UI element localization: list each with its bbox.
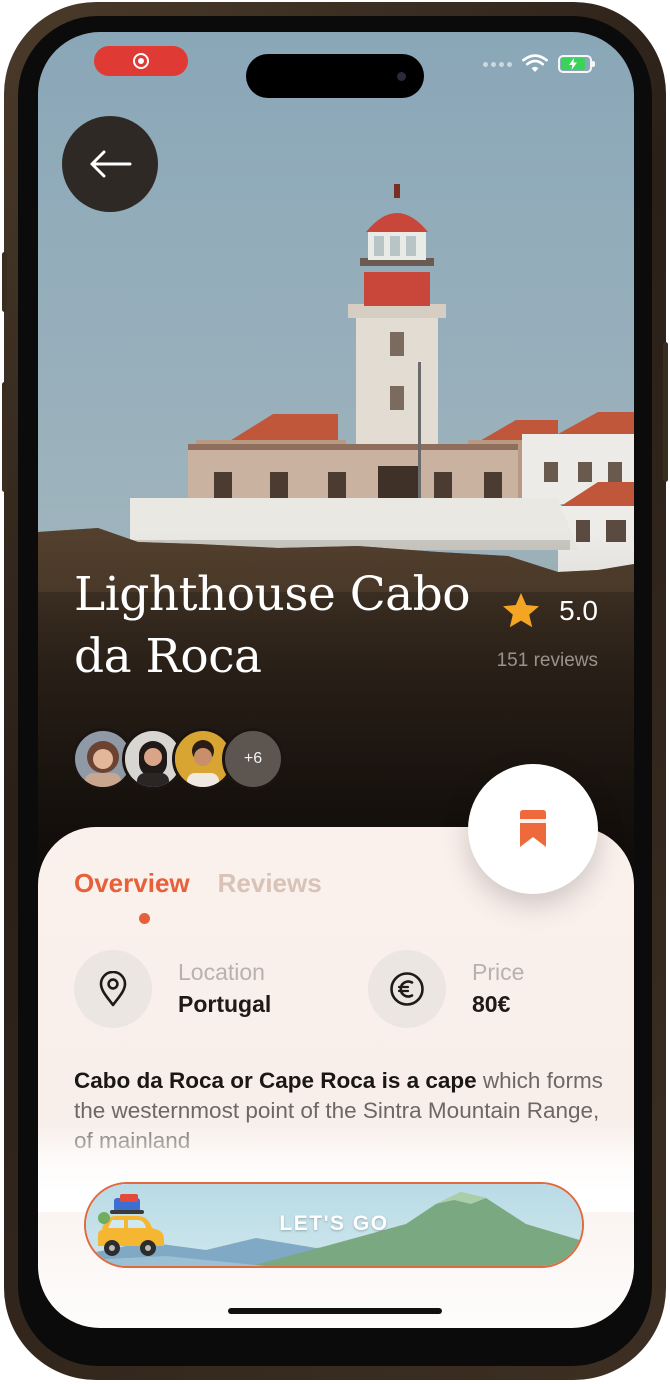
battery-charging-icon [558, 55, 595, 73]
visitor-avatars[interactable]: +6 [72, 728, 284, 790]
star-icon [503, 593, 540, 628]
screen-recording-indicator[interactable] [94, 46, 188, 76]
price-label: Price [472, 959, 525, 985]
record-icon [133, 53, 149, 69]
tab-reviews[interactable]: Reviews [218, 868, 322, 899]
home-indicator[interactable] [228, 1308, 442, 1314]
cellular-signal-icon [483, 61, 512, 67]
camera-lens [397, 72, 406, 81]
back-button[interactable] [62, 116, 158, 212]
lets-go-label: LET'S GO [279, 1212, 389, 1235]
location-info: Location Portugal [74, 950, 271, 1028]
lets-go-button[interactable]: LET'S GO [84, 1182, 584, 1268]
location-value: Portugal [178, 991, 272, 1017]
euro-icon [368, 950, 446, 1028]
location-pin-icon [74, 950, 152, 1028]
rating: 5.0 [501, 592, 598, 630]
place-title: Lighthouse Cabo da Roca [74, 567, 471, 684]
more-visitors-badge: +6 [222, 728, 284, 790]
reviews-count: 151 reviews [496, 650, 598, 671]
bookmark-button[interactable] [468, 764, 598, 894]
location-label: Location [178, 959, 265, 985]
dynamic-island [246, 54, 424, 98]
app-screen: Lighthouse Cabo da Roca 5.0 151 reviews … [38, 32, 634, 1328]
phone-side-button [2, 382, 7, 492]
phone-side-button [663, 342, 668, 482]
wifi-icon [522, 54, 548, 72]
phone-side-button [2, 252, 7, 312]
rating-value: 5.0 [559, 595, 598, 626]
price-info: Price 80€ [368, 950, 524, 1028]
active-tab-indicator [139, 913, 150, 924]
tab-bar: Overview Reviews [74, 868, 322, 899]
price-value: 80€ [472, 991, 511, 1017]
arrow-left-icon [90, 150, 132, 178]
bookmark-icon [520, 810, 546, 847]
description-lead: Cabo da Roca or Cape Roca is a cape [74, 1068, 477, 1093]
tab-overview[interactable]: Overview [74, 868, 190, 899]
status-icons [483, 54, 595, 74]
